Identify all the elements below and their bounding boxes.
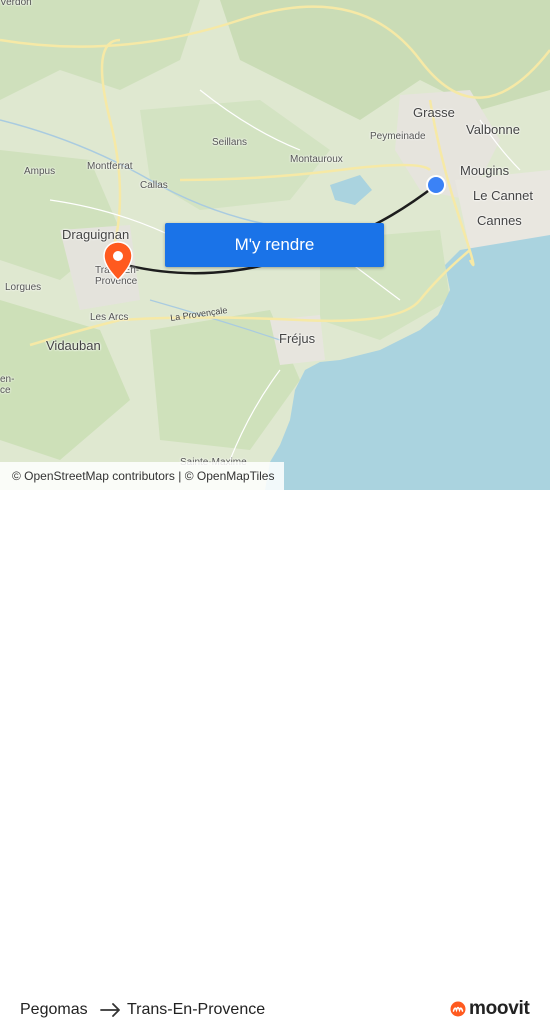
place-label: Fréjus: [279, 331, 316, 346]
route-footer: Pegomas Trans-En-Provence moovit: [0, 490, 550, 1019]
place-label: Mougins: [460, 163, 510, 178]
arrow-right-icon: [100, 1003, 120, 1017]
place-label: Draguignan: [62, 227, 130, 242]
place-label: Montauroux: [290, 154, 343, 165]
place-label: Montferrat: [87, 161, 133, 172]
directions-button[interactable]: M'y rendre: [165, 223, 384, 267]
place-label: Peymeinade: [370, 131, 426, 142]
place-label: Verdon: [0, 0, 32, 8]
place-label: Vidauban: [46, 338, 101, 353]
place-label: Lorgues: [5, 282, 42, 293]
place-label: Callas: [140, 180, 168, 191]
omt-attribution-link[interactable]: © OpenMapTiles: [185, 469, 275, 483]
map-attribution: © OpenStreetMap contributors | © OpenMap…: [0, 462, 285, 490]
osm-attribution-link[interactable]: © OpenStreetMap contributors: [12, 469, 175, 483]
place-label: Valbonne: [466, 122, 520, 137]
place-label: Cannes: [477, 213, 522, 228]
origin-marker-icon[interactable]: [425, 174, 447, 196]
place-label: en- ce: [0, 374, 15, 396]
moovit-logo-text: moovit: [469, 998, 530, 1019]
destination-label: Trans-En-Provence: [127, 1001, 266, 1018]
moovit-logo[interactable]: moovit: [450, 998, 530, 1020]
place-label: Grasse: [413, 105, 455, 120]
origin-label: Pegomas: [20, 1001, 88, 1018]
map-view[interactable]: Verdon Grasse Valbonne Peymeinade Mougin…: [0, 0, 550, 490]
place-label: Les Arcs: [90, 312, 129, 323]
place-label: Seillans: [212, 137, 248, 148]
destination-pin-icon[interactable]: [103, 241, 133, 281]
moovit-logo-icon: [450, 1001, 466, 1017]
attribution-separator: |: [174, 469, 185, 483]
place-label: Le Cannet: [473, 188, 533, 203]
place-label: Ampus: [24, 166, 56, 177]
